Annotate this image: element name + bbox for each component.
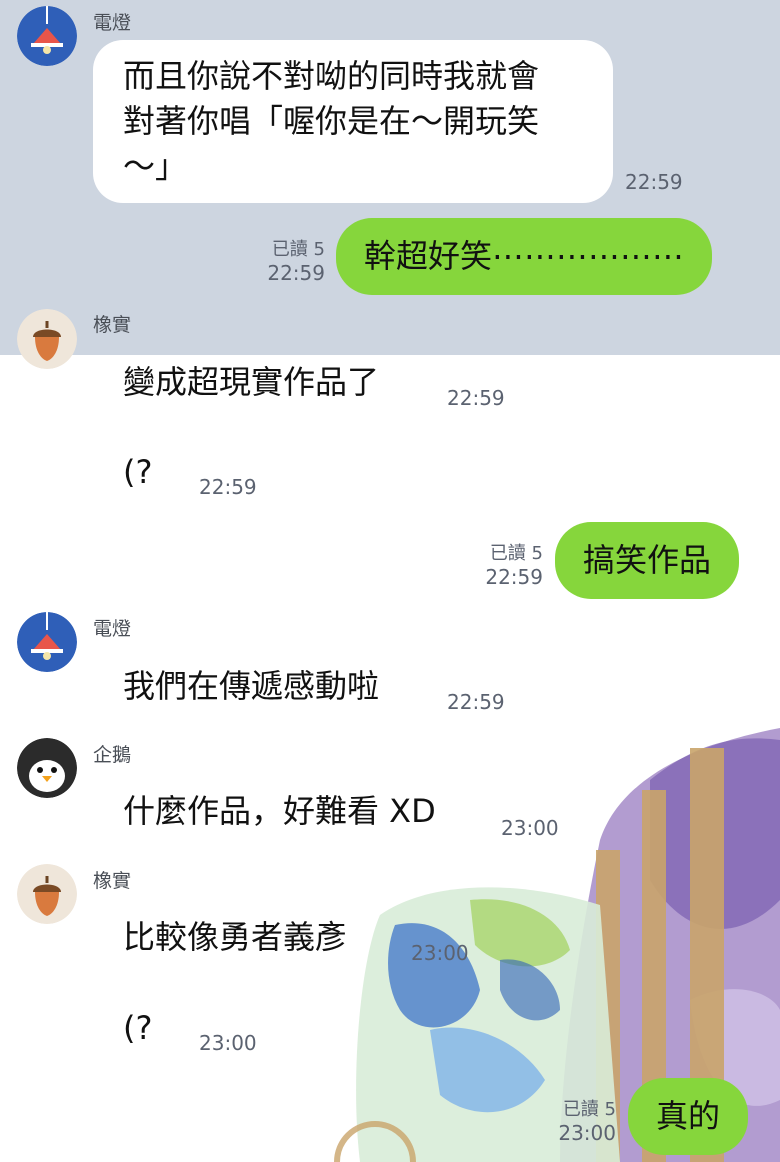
avatar-acorn[interactable] [17, 864, 77, 924]
sender-name: 電燈 [93, 12, 132, 34]
read-receipt: 已讀 5 [489, 543, 543, 564]
message-bubble[interactable]: 什麼作品，好難看 XD [95, 789, 464, 834]
sender-name: 電燈 [93, 618, 132, 640]
message-line: 對著你唱「喔你是在～開玩笑 [123, 102, 540, 140]
penguin-icon [17, 738, 77, 798]
message-bubble[interactable]: 比較像勇者義彥 [95, 915, 375, 960]
message-time: 23:00 [501, 816, 559, 840]
acorn-icon [17, 309, 77, 369]
sender-name: 橡實 [93, 314, 132, 336]
acorn-icon [17, 864, 77, 924]
own-message-bubble[interactable]: 幹超好笑⋯⋯⋯⋯⋯⋯ [336, 218, 713, 295]
message-bubble[interactable]: (? [95, 1006, 180, 1051]
message-bubble[interactable]: 我們在傳遞感動啦 [95, 664, 407, 709]
avatar-penguin[interactable] [17, 738, 77, 798]
avatar-lamp[interactable] [17, 612, 77, 672]
lamp-icon [17, 6, 77, 66]
own-message-bubble[interactable]: 真的 [628, 1078, 749, 1155]
message-time: 23:00 [411, 941, 469, 965]
message-time: 22:59 [625, 170, 683, 194]
lamp-icon [17, 612, 77, 672]
sender-name: 企鵝 [93, 744, 132, 766]
message-bubble[interactable]: (? [95, 450, 180, 495]
message-time: 22:59 [485, 565, 543, 589]
avatar-acorn[interactable] [17, 309, 77, 369]
sender-name: 橡實 [93, 870, 132, 892]
message-time: 23:00 [199, 1031, 257, 1055]
read-receipt: 已讀 5 [271, 239, 325, 260]
message-time: 23:00 [558, 1121, 616, 1145]
message-bubble[interactable]: 變成超現實作品了 [95, 360, 407, 405]
message-line: 而且你說不對呦的同時我就會 [123, 57, 540, 95]
message-time: 22:59 [447, 386, 505, 410]
own-message-bubble[interactable]: 搞笑作品 [555, 522, 740, 599]
message-time: 22:59 [447, 690, 505, 714]
message-time: 22:59 [199, 475, 257, 499]
message-bubble[interactable]: 而且你說不對呦的同時我就會 對著你唱「喔你是在～開玩笑 ～」 [93, 40, 613, 203]
message-line: ～」 [123, 147, 188, 185]
avatar-lamp[interactable] [17, 6, 77, 66]
read-receipt: 已讀 5 [562, 1099, 616, 1120]
chat-area[interactable]: 電燈 而且你說不對呦的同時我就會 對著你唱「喔你是在～開玩笑 ～」 22:59 … [0, 0, 780, 1162]
message-time: 22:59 [267, 261, 325, 285]
